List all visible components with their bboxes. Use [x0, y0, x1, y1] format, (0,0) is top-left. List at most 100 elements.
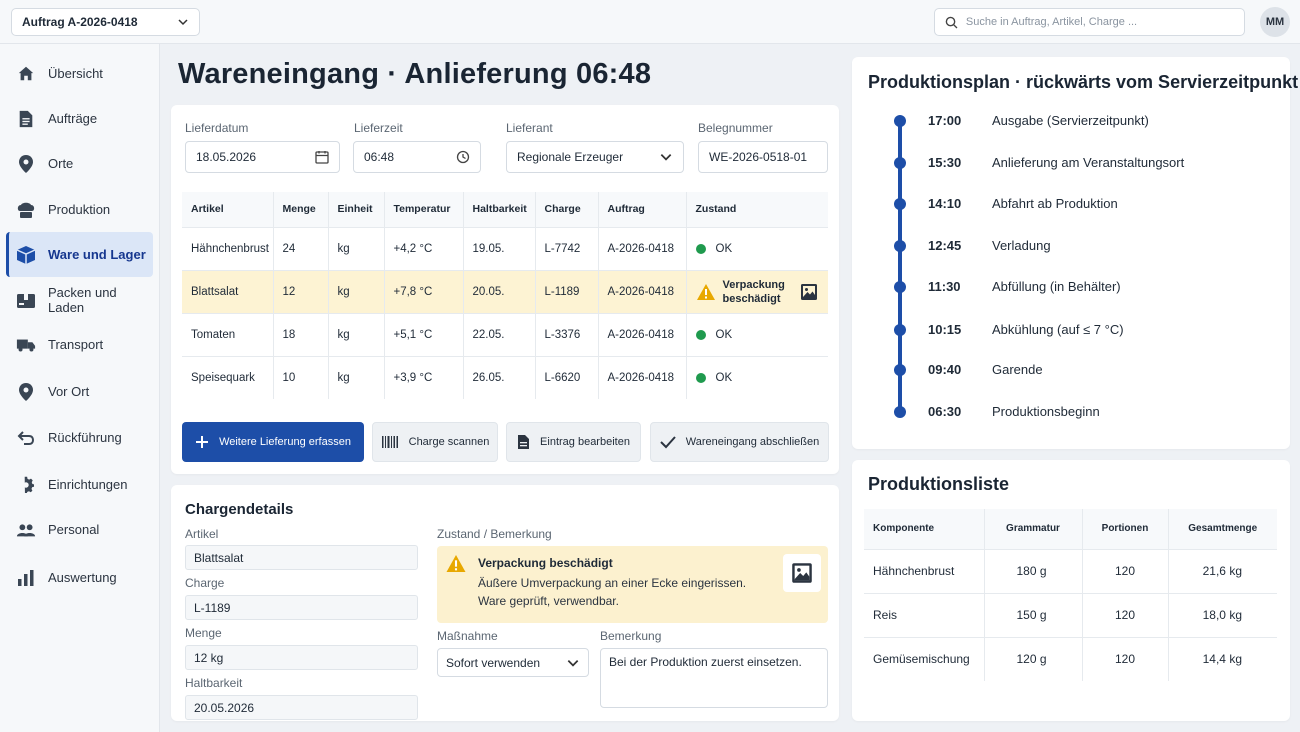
checkmark-icon	[660, 435, 676, 449]
sidebar-item-auftraege[interactable]: Aufträge	[6, 96, 153, 141]
cell-artikel: Hähnchenbrust	[182, 226, 274, 270]
timeline-dot	[894, 157, 906, 169]
lieferdatum-field[interactable]: 18.05.2026	[185, 141, 340, 173]
return-arrow-icon	[16, 428, 36, 448]
sidebar-item-label: Produktion	[48, 202, 111, 217]
complete-receipt-label: Wareneingang abschließen	[685, 436, 820, 448]
table-row[interactable]: Hähnchenbrust 180 g 120 21,6 kg	[864, 548, 1277, 593]
lieferzeit-field[interactable]: 06:48	[353, 141, 481, 173]
cell-charge: L-1189	[535, 269, 599, 313]
lieferdatum-label: Lieferdatum	[185, 121, 249, 135]
table-row[interactable]: Speisequark 10 kg +3,9 °C 26.05. L-6620 …	[182, 355, 828, 399]
massnahme-select[interactable]: Sofort verwenden	[437, 648, 589, 677]
table-row-selected[interactable]: Blattsalat 12 kg +7,8 °C 20.05. L-1189 A…	[182, 269, 828, 313]
column-header: Zustand	[686, 192, 828, 227]
cell-charge: L-3376	[535, 312, 599, 356]
avatar[interactable]: MM	[1260, 7, 1290, 37]
chevron-down-icon	[178, 19, 188, 26]
production-list-table: Komponente Grammatur Portionen Gesamtmen…	[864, 509, 1277, 681]
table-header-row: Komponente Grammatur Portionen Gesamtmen…	[864, 509, 1277, 549]
lieferant-value: Regionale Erzeuger	[517, 150, 624, 164]
sidebar-item-packen-und-laden[interactable]: Packen und Laden	[6, 277, 153, 322]
page-title: Wareneingang · Anlieferung 06:48	[178, 58, 652, 90]
status-text: OK	[715, 371, 733, 384]
cell-einheit: kg	[328, 355, 385, 399]
status-text: OK	[715, 242, 733, 255]
column-header: Temperatur	[384, 192, 464, 227]
column-header: Artikel	[182, 192, 274, 227]
lieferant-select[interactable]: Regionale Erzeuger	[506, 141, 684, 173]
artikel-field[interactable]: Blattsalat	[185, 545, 418, 570]
table-row[interactable]: Reis 150 g 120 18,0 kg	[864, 592, 1277, 637]
timeline-label: Produktionsbeginn	[992, 404, 1100, 419]
complete-receipt-button[interactable]: Wareneingang abschließen	[650, 422, 829, 462]
table-row[interactable]: Hähnchenbrust 24 kg +4,2 °C 19.05. L-774…	[182, 226, 828, 270]
calendar-icon	[315, 151, 329, 164]
cell-gesamtmenge: 14,4 kg	[1168, 636, 1277, 681]
cell-zustand: OK	[686, 226, 828, 270]
clock-icon	[456, 150, 470, 164]
sidebar-item-label: Transport	[48, 337, 104, 352]
belegnummer-value: WE-2026-0518-01	[709, 150, 808, 164]
charge-field[interactable]: L-1189	[185, 595, 418, 620]
sidebar-item-produktion[interactable]: Produktion	[6, 187, 153, 232]
sidebar-item-einrichtungen[interactable]: Einrichtungen	[6, 462, 153, 507]
column-header: Haltbarkeit	[463, 192, 536, 227]
cell-haltbarkeit: 20.05.	[463, 269, 536, 313]
order-select-value: Auftrag A-2026-0418	[22, 15, 138, 29]
sidebar-item-rueckfuehrung[interactable]: Rückführung	[6, 415, 153, 460]
sidebar-item-personal[interactable]: Personal	[6, 507, 153, 552]
warning-icon	[696, 283, 715, 300]
sidebar-item-orte[interactable]: Orte	[6, 141, 153, 186]
sidebar: Übersicht Aufträge Orte Produktion Ware …	[0, 44, 160, 732]
bemerkung-label: Bemerkung	[600, 629, 662, 643]
menge-field[interactable]: 12 kg	[185, 645, 418, 670]
timeline-time: 11:30	[928, 279, 961, 294]
cell-haltbarkeit: 19.05.	[463, 226, 536, 270]
cell-komponente: Hähnchenbrust	[864, 548, 985, 593]
massnahme-value: Sofort verwenden	[446, 655, 541, 670]
timeline-dot	[894, 324, 906, 336]
sidebar-item-auswertung[interactable]: Auswertung	[6, 555, 153, 600]
package-icon	[16, 290, 36, 310]
top-bar: Auftrag A-2026-0418 MM	[0, 0, 1300, 44]
production-list-title: Produktionsliste	[868, 474, 1010, 494]
photo-button[interactable]	[783, 554, 821, 592]
cell-charge: L-6620	[535, 355, 599, 399]
cell-komponente: Gemüsemischung	[864, 636, 985, 681]
status-ok-dot	[695, 243, 706, 254]
cell-haltbarkeit: 26.05.	[463, 355, 536, 399]
sidebar-item-transport[interactable]: Transport	[6, 322, 153, 367]
image-icon[interactable]	[800, 283, 818, 301]
edit-entry-button[interactable]: Eintrag bearbeiten	[506, 422, 641, 462]
table-row[interactable]: Gemüsemischung 120 g 120 14,4 kg	[864, 636, 1277, 681]
haltbarkeit-field[interactable]: 20.05.2026	[185, 695, 418, 720]
sidebar-item-ware-und-lager[interactable]: Ware und Lager	[6, 232, 153, 277]
damage-note-line1: Äußere Umverpackung an einer Ecke einger…	[478, 576, 747, 590]
status-ok-dot	[695, 372, 706, 383]
chevron-down-icon	[567, 659, 579, 667]
belegnummer-field[interactable]: WE-2026-0518-01	[698, 141, 828, 173]
artikel-label: Artikel	[185, 527, 219, 541]
search-bar[interactable]	[934, 8, 1245, 36]
bemerkung-textarea[interactable]: Bei der Produktion zuerst einsetzen.	[600, 648, 828, 708]
sidebar-item-vor-ort[interactable]: Vor Ort	[6, 369, 153, 414]
cell-temperatur: +4,2 °C	[384, 226, 464, 270]
sidebar-item-label: Rückführung	[48, 430, 122, 445]
table-header-row: Artikel Menge Einheit Temperatur Haltbar…	[182, 192, 828, 227]
sidebar-item-label: Aufträge	[48, 111, 98, 126]
location-pin-icon	[16, 382, 36, 402]
scan-batch-button[interactable]: Charge scannen	[372, 422, 498, 462]
bar-chart-icon	[16, 568, 36, 588]
add-delivery-label: Weitere Lieferung erfassen	[219, 436, 351, 448]
scan-batch-label: Charge scannen	[408, 436, 490, 448]
search-input[interactable]	[965, 16, 1234, 28]
truck-icon	[16, 335, 36, 355]
location-pin-icon	[16, 154, 36, 174]
table-row[interactable]: Tomaten 18 kg +5,1 °C 22.05. L-3376 A-20…	[182, 312, 828, 356]
order-select[interactable]: Auftrag A-2026-0418	[11, 8, 200, 36]
cell-grammatur: 150 g	[984, 592, 1083, 637]
cell-einheit: kg	[328, 226, 385, 270]
add-delivery-button[interactable]: Weitere Lieferung erfassen	[182, 422, 364, 462]
sidebar-item-uebersicht[interactable]: Übersicht	[6, 51, 153, 96]
